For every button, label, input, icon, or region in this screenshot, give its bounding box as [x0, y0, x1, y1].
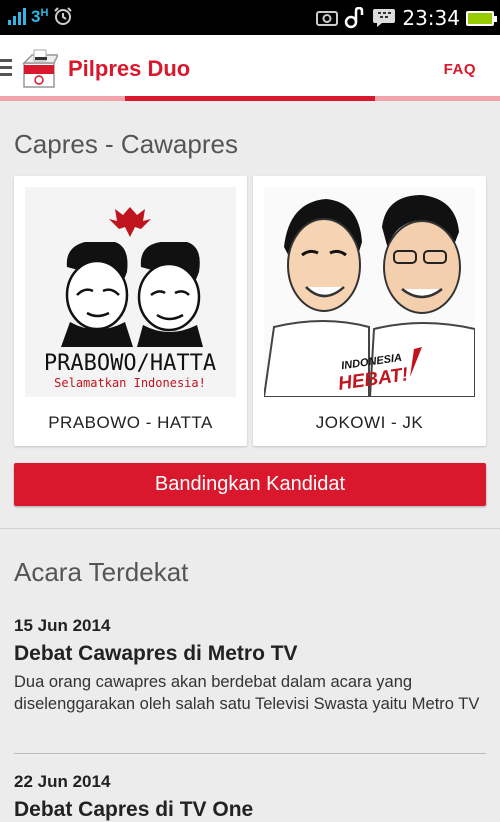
- event-divider: [14, 753, 486, 754]
- event-date: 22 Jun 2014: [14, 772, 111, 791]
- event-title: Debat Capres di TV One: [14, 798, 254, 821]
- network-label: 3: [31, 6, 41, 26]
- tab-indicator-segment[interactable]: [250, 96, 375, 101]
- tab-indicator-segment[interactable]: [375, 96, 500, 101]
- bbm-icon: [373, 9, 396, 27]
- candidate-label: PRABOWO - HATTA: [48, 413, 213, 432]
- clock: 23:34: [402, 6, 460, 30]
- poster-illustration: PRABOWO/HATTA Selamatkan Indonesia!: [44, 207, 216, 390]
- poster-title-text: PRABOWO/HATTA: [44, 351, 216, 376]
- event-date: 15 Jun 2014: [14, 616, 111, 635]
- alarm-icon: [54, 7, 73, 25]
- battery-icon: [466, 10, 497, 26]
- tab-indicator: [0, 96, 500, 101]
- section-divider: [0, 528, 500, 529]
- tab-indicator-segment[interactable]: [0, 96, 125, 101]
- signal-icon: [8, 7, 26, 25]
- event-description: Dua orang cawapres akan berdebat dalam a…: [14, 673, 480, 713]
- garuda-icon: [109, 207, 151, 237]
- status-bar: 3 H 23:34: [0, 0, 500, 35]
- event-title: Debat Cawapres di Metro TV: [14, 642, 298, 665]
- jokowi-jk-poster: INDONESIA HEBAT!: [264, 187, 475, 397]
- action-bar: Pilpres Duo FAQ: [0, 35, 500, 99]
- events-section-title: Acara Terdekat: [14, 557, 189, 587]
- menu-icon[interactable]: [0, 59, 12, 80]
- faq-button[interactable]: FAQ: [444, 61, 476, 78]
- status-right: 23:34: [316, 6, 497, 30]
- candidates-section-title: Capres - Cawapres: [14, 129, 238, 159]
- ballot-box-logo-icon[interactable]: [20, 49, 58, 89]
- poster-illustration: INDONESIA HEBAT!: [264, 195, 475, 397]
- tab-indicator-segment[interactable]: [125, 96, 250, 101]
- event-item[interactable]: 22 Jun 2014 Debat Capres di TV One: [14, 772, 486, 822]
- candidate-label: JOKOWI - JK: [315, 413, 424, 432]
- prabowo-hatta-poster: PRABOWO/HATTA Selamatkan Indonesia!: [25, 187, 236, 397]
- screenshot-icon: [316, 11, 339, 26]
- candidate-card-prabowo-hatta[interactable]: PRABOWO/HATTA Selamatkan Indonesia! PRAB…: [14, 176, 247, 446]
- status-left: 3 H: [8, 6, 73, 26]
- compare-candidates-button[interactable]: Bandingkan Kandidat: [14, 463, 486, 506]
- link-icon: [345, 7, 364, 29]
- network-sub-label: H: [40, 6, 49, 19]
- app-title: Pilpres Duo: [68, 56, 191, 81]
- event-item[interactable]: 15 Jun 2014 Debat Cawapres di Metro TV D…: [14, 616, 486, 715]
- network-type-icon: 3 H: [31, 6, 49, 26]
- candidate-card-jokowi-jk[interactable]: INDONESIA HEBAT! JOKOWI - JK: [253, 176, 486, 446]
- poster-subtitle-text: Selamatkan Indonesia!: [54, 376, 206, 390]
